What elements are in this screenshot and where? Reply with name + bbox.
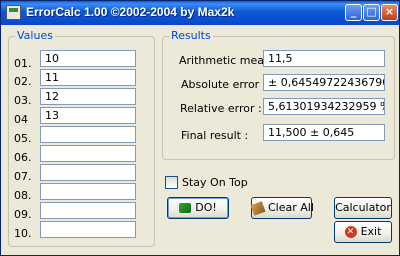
final-result-field: 11,500 ± 0,645: [263, 124, 385, 141]
value-input-02[interactable]: 11: [40, 69, 136, 86]
results-group-label: Results: [169, 29, 213, 42]
value-row-label: 06.: [14, 151, 32, 164]
value-input-08[interactable]: [40, 183, 136, 200]
title-bar[interactable]: ErrorCalc 1.00 ©2002-2004 by Max2k _ □ ×: [1, 1, 399, 25]
do-button[interactable]: DO!: [167, 197, 229, 219]
value-row-label: 10.: [14, 227, 32, 240]
value-row-label: 02.: [14, 75, 32, 88]
value-row-label: 03.: [14, 94, 32, 107]
relative-error-field: 5,61301934232959 %: [263, 98, 385, 115]
errorcalc-window: ErrorCalc 1.00 ©2002-2004 by Max2k _ □ ×…: [0, 0, 400, 256]
value-row-label: 08.: [14, 189, 32, 202]
stay-on-top-label: Stay On Top: [182, 176, 248, 189]
relative-error-label: Relative error :: [180, 102, 262, 115]
final-result-label: Final result :: [181, 129, 249, 142]
eraser-icon: [250, 200, 266, 216]
value-input-03[interactable]: 12: [40, 88, 136, 105]
exit-button-label: Exit: [360, 225, 382, 238]
clear-all-button-label: Clear All: [268, 201, 314, 214]
arrow-icon: [179, 203, 192, 213]
calculator-button[interactable]: Calculator: [334, 197, 392, 219]
absolute-error-label: Absolute error :: [181, 78, 267, 91]
app-icon: [6, 5, 21, 20]
arithmetic-mean-field: 11,5: [263, 50, 385, 67]
value-input-01[interactable]: 10: [40, 50, 136, 67]
minimize-button[interactable]: _: [345, 4, 362, 21]
clear-all-button[interactable]: Clear All: [250, 197, 314, 219]
value-row-label: 04: [14, 113, 28, 126]
stay-on-top-checkbox[interactable]: [165, 176, 178, 189]
value-row-label: 05.: [14, 132, 32, 145]
value-input-07[interactable]: [40, 164, 136, 181]
calculator-button-label: Calculator: [335, 201, 391, 214]
value-input-10[interactable]: [40, 221, 136, 238]
value-input-04[interactable]: 13: [40, 107, 136, 124]
absolute-error-field: ± 0,645497224367903: [263, 74, 385, 91]
value-input-05[interactable]: [40, 126, 136, 143]
maximize-button[interactable]: □: [363, 4, 380, 21]
close-button[interactable]: ×: [381, 4, 398, 21]
value-row-label: 01.: [14, 57, 32, 70]
values-group-label: Values: [15, 29, 55, 42]
do-button-label: DO!: [195, 201, 217, 214]
window-title: ErrorCalc 1.00 ©2002-2004 by Max2k: [26, 5, 235, 19]
value-row-label: 07.: [14, 170, 32, 183]
value-row-label: 09.: [14, 208, 32, 221]
close-circle-icon: ✕: [344, 226, 357, 238]
value-input-09[interactable]: [40, 202, 136, 219]
exit-button[interactable]: ✕ Exit: [334, 221, 392, 243]
value-input-06[interactable]: [40, 145, 136, 162]
